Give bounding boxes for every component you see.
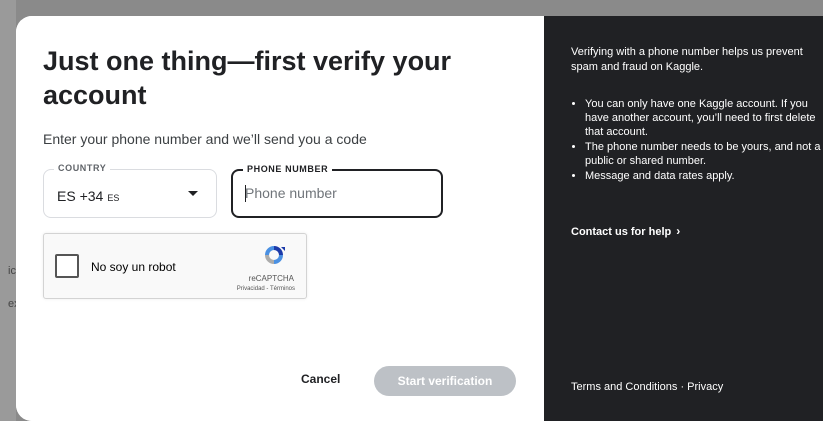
verify-account-dialog: Just one thing—first verify your account… [16, 16, 823, 421]
country-select[interactable]: COUNTRY ES +34 ES [43, 163, 217, 218]
start-verification-button[interactable]: Start verification [374, 366, 516, 396]
recaptcha-checkbox[interactable] [55, 254, 79, 278]
chevron-right-icon: › [676, 224, 681, 238]
dialog-main-panel: Just one thing—first verify your account… [16, 16, 544, 421]
country-label: COUNTRY [54, 163, 111, 173]
contact-us-link[interactable]: Contact us for help › [571, 224, 680, 238]
recaptcha-logo-icon [265, 246, 285, 264]
country-code: ES [107, 193, 120, 203]
recaptcha-links: Privacidad - Términos [236, 286, 295, 292]
page-backdrop: ic ex [0, 0, 20, 421]
list-item: The phone number needs to be yours, and … [585, 140, 823, 168]
dialog-title: Just one thing—first verify your account [43, 46, 452, 110]
list-item: You can only have one Kaggle account. If… [585, 97, 823, 139]
sidebar-intro: Verifying with a phone number helps us p… [571, 46, 803, 73]
recaptcha-terms-link[interactable]: Términos [270, 286, 295, 292]
backdrop-text-fragment: ic [8, 265, 16, 277]
list-item: Message and data rates apply. [585, 169, 823, 183]
phone-number-field[interactable]: PHONE NUMBER [231, 164, 443, 218]
recaptcha-label: No soy un robot [91, 260, 176, 274]
recaptcha-brand: reCAPTCHA [248, 274, 294, 283]
cancel-button[interactable]: Cancel [301, 372, 340, 386]
terms-link[interactable]: Terms and Conditions [571, 381, 677, 393]
dialog-subtitle: Enter your phone number and we’ll send y… [43, 131, 367, 147]
phone-number-label: PHONE NUMBER [243, 164, 333, 174]
sidebar-bullet-list: You can only have one Kaggle account. If… [571, 97, 823, 184]
privacy-link[interactable]: Privacy [687, 381, 723, 393]
country-value: ES +34 ES [57, 188, 120, 204]
phone-number-input[interactable] [245, 185, 435, 201]
dialog-info-sidebar: Verifying with a phone number helps us p… [544, 16, 823, 421]
recaptcha-privacy-link[interactable]: Privacidad [237, 286, 265, 292]
recaptcha-widget: No soy un robot reCAPTCHA Privacidad - T… [43, 233, 307, 299]
chevron-down-icon [188, 191, 198, 196]
text-cursor [245, 185, 246, 202]
sidebar-footer: Terms and Conditions · Privacy [571, 381, 724, 393]
